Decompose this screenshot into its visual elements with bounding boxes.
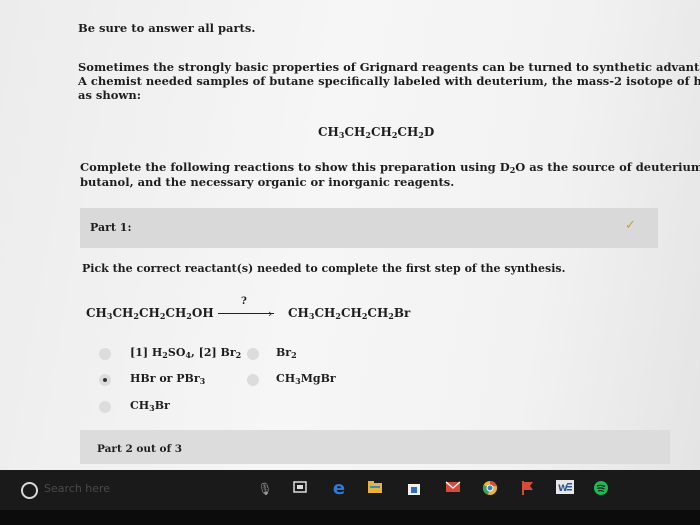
intro-line-3: as shown: — [78, 88, 141, 102]
option-label-3[interactable]: HBr or PBr3 — [130, 372, 205, 388]
chrome-icon[interactable] — [481, 480, 499, 498]
screen: Be sure to answer all parts. Sometimes t… — [0, 0, 700, 470]
part2-header: Part 2 out of 3 — [80, 430, 670, 464]
option-label-5[interactable]: CH3Br — [130, 399, 170, 415]
svg-text:W: W — [558, 484, 568, 494]
option-label-2[interactable]: Br2 — [276, 346, 297, 362]
store-icon[interactable] — [405, 480, 423, 498]
instruction-text: Be sure to answer all parts. — [78, 21, 256, 35]
flag-app-icon[interactable] — [518, 480, 536, 498]
part1-header: Part 1: — [80, 208, 658, 248]
option-radio-3[interactable] — [99, 374, 111, 386]
edge-icon[interactable]: e — [330, 480, 348, 498]
option-label-4[interactable]: CH3MgBr — [276, 372, 336, 388]
spotify-icon[interactable] — [592, 480, 610, 498]
question-text: Pick the correct reactant(s) needed to c… — [82, 262, 566, 275]
task-view-icon[interactable] — [291, 480, 309, 498]
reactant-formula: CH3CH2CH2CH2OH — [86, 306, 214, 321]
option-label-1[interactable]: [1] H2SO4, [2] Br2 — [130, 346, 241, 362]
task-line-2: butanol, and the necessary organic or in… — [80, 175, 455, 189]
monitor-bezel — [0, 510, 700, 525]
arrow-head-icon: › — [268, 307, 273, 320]
intro-line-1: Sometimes the strongly basic properties … — [78, 60, 700, 74]
option-radio-5[interactable] — [99, 401, 111, 413]
mail-icon[interactable] — [444, 480, 462, 498]
option-radio-4[interactable] — [247, 374, 259, 386]
option-radio-2[interactable] — [247, 348, 259, 360]
word-icon[interactable]: W — [556, 480, 574, 498]
taskbar-search-input[interactable]: Search here — [44, 482, 110, 495]
option-radio-1[interactable] — [99, 348, 111, 360]
file-explorer-icon[interactable] — [366, 480, 384, 498]
part2-label: Part 2 out of 3 — [97, 443, 183, 455]
product-formula: CH3CH2CH2CH2Br — [288, 306, 411, 321]
taskbar: Search here 🎙 e W — [0, 470, 700, 510]
reaction-arrow-label: ? — [241, 296, 247, 307]
intro-line-2: A chemist needed samples of butane speci… — [78, 74, 700, 88]
cortana-icon[interactable] — [21, 482, 38, 499]
part1-label: Part 1: — [90, 221, 132, 234]
reaction-arrow — [218, 313, 274, 314]
microphone-icon[interactable]: 🎙 — [256, 480, 274, 498]
checkmark-icon: ✓ — [625, 218, 636, 233]
target-formula: CH3CH2CH2CH2D — [318, 125, 435, 140]
